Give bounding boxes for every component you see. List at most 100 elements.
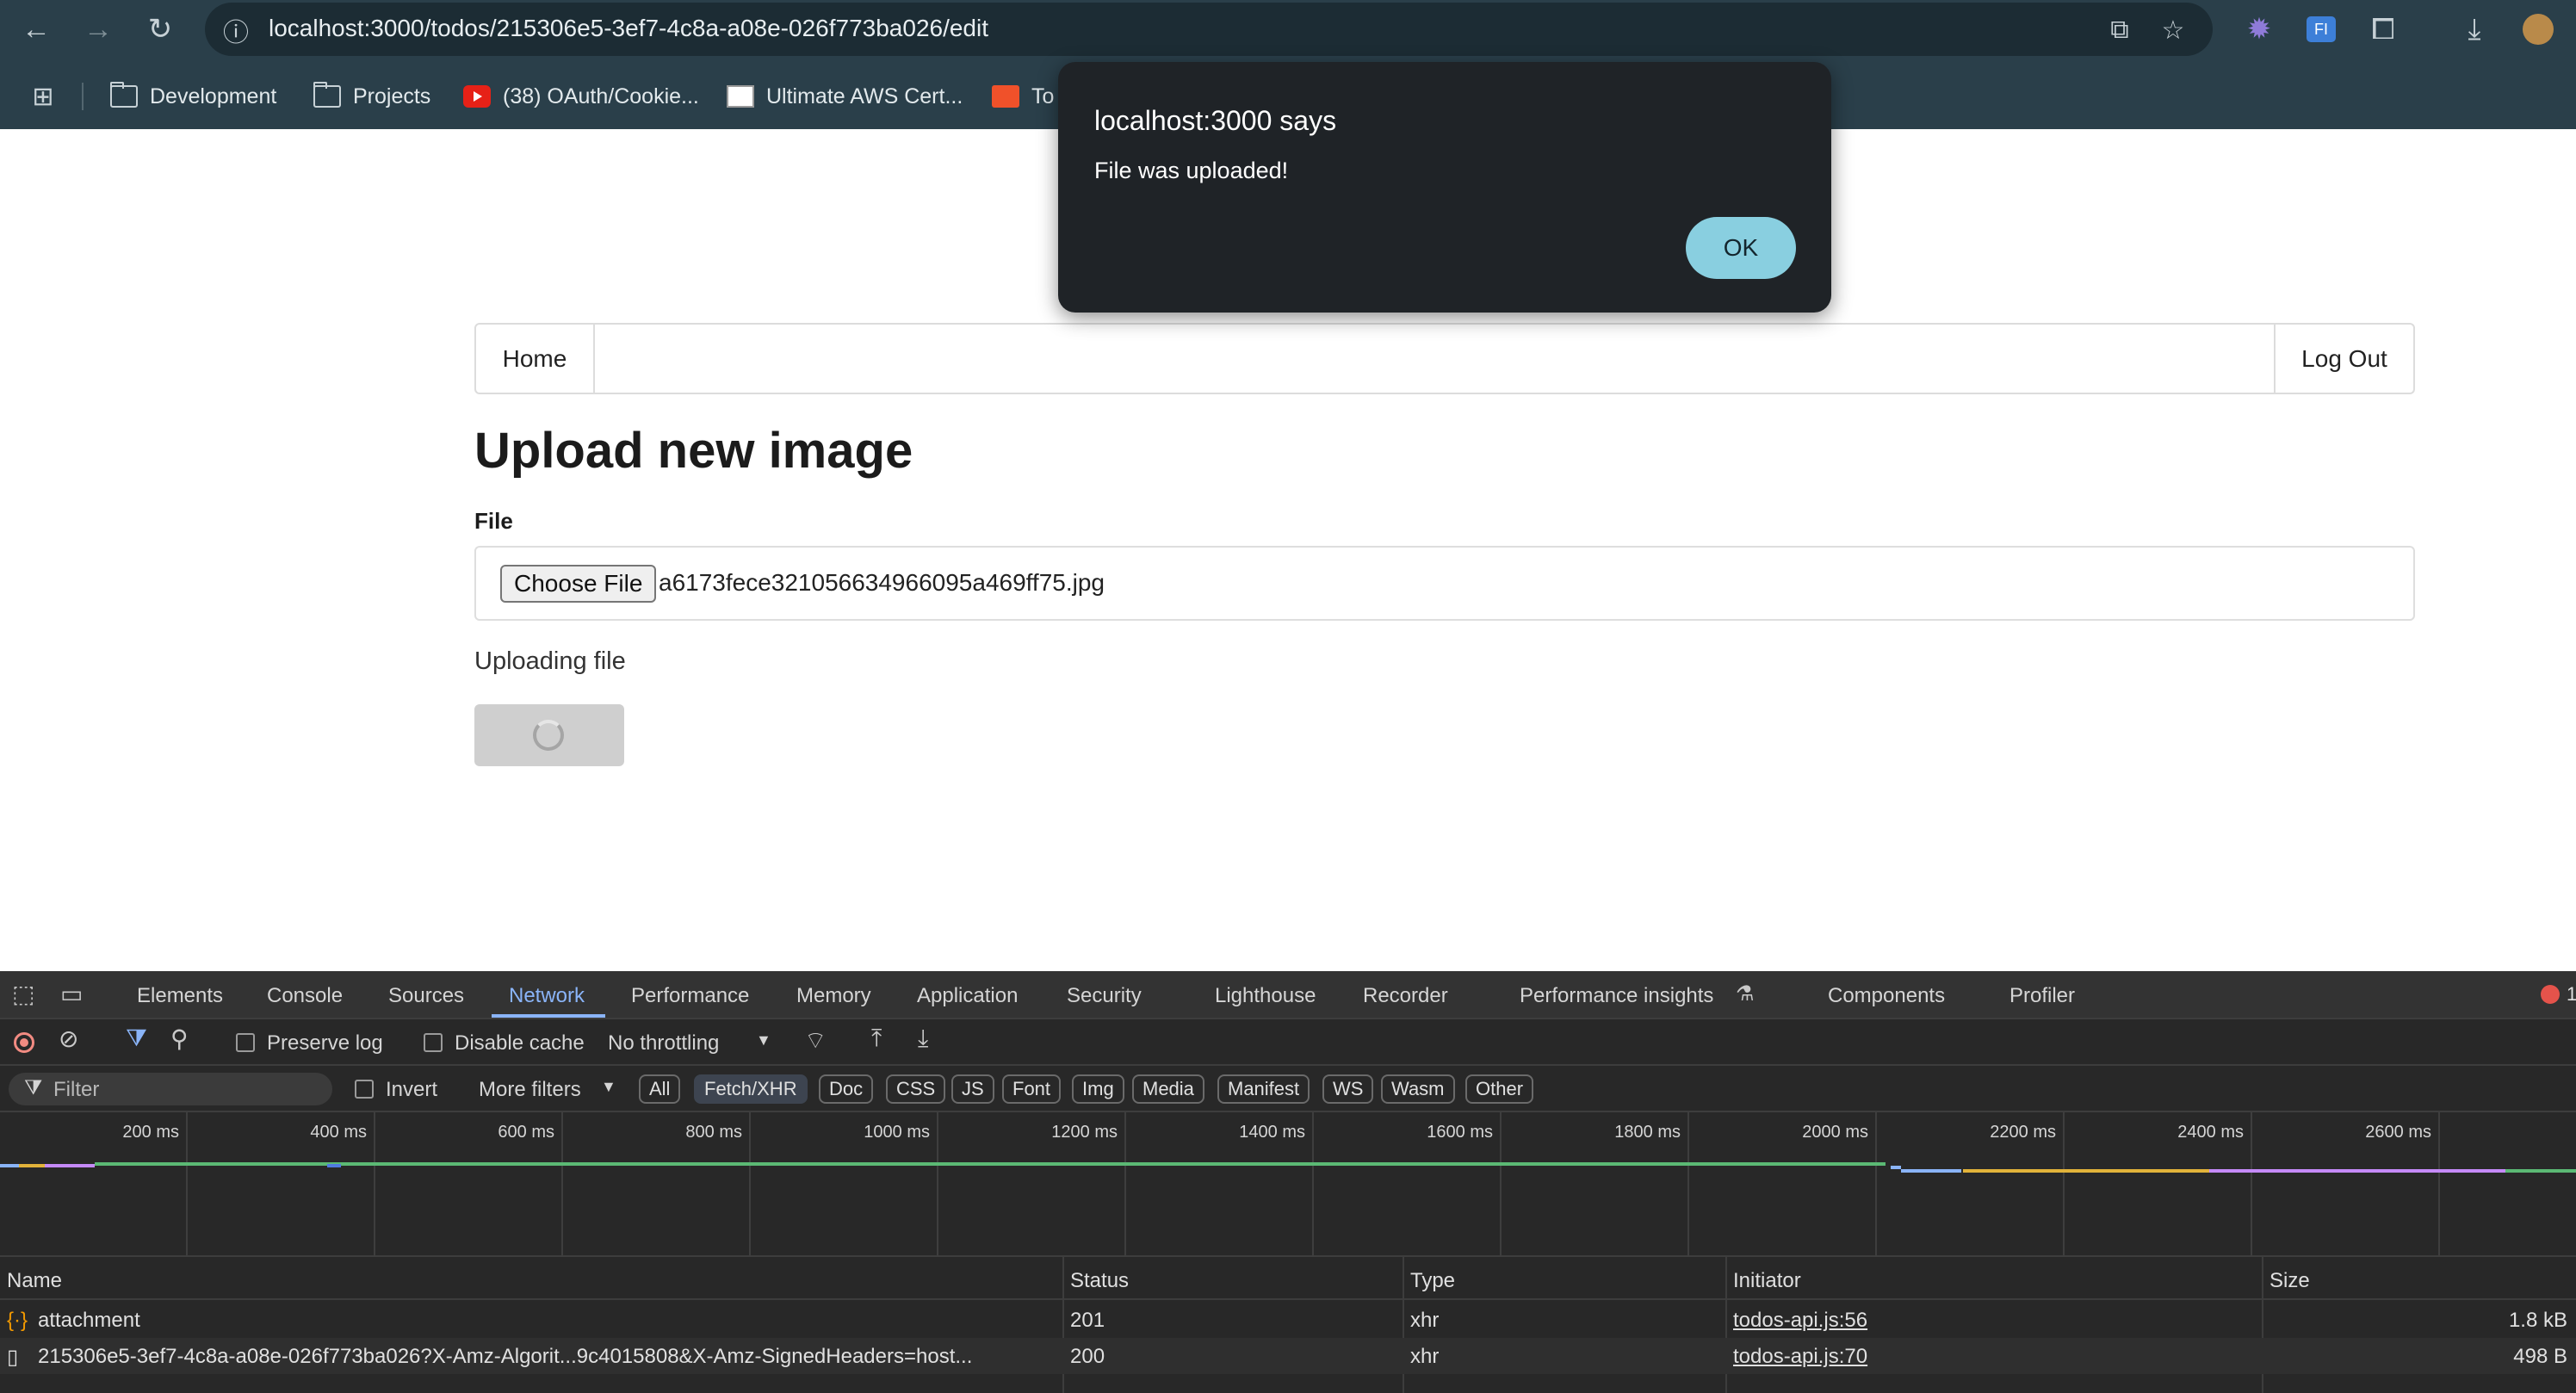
more-filters-dropdown[interactable]: More filters — [479, 1078, 581, 1102]
type-filter-js[interactable]: JS — [951, 1074, 994, 1104]
import-har-icon[interactable]: ⤒ — [871, 1025, 882, 1053]
type-filter-wasm[interactable]: Wasm — [1381, 1074, 1455, 1104]
column-status[interactable]: Status — [1070, 1269, 1129, 1293]
network-conditions-icon[interactable]: ⌔ — [804, 1026, 827, 1056]
column-initiator[interactable]: Initiator — [1733, 1269, 1801, 1293]
type-filter-media[interactable]: Media — [1132, 1074, 1204, 1104]
invert-label: Invert — [386, 1078, 438, 1101]
type-filter-manifest[interactable]: Manifest — [1217, 1074, 1310, 1104]
extensions-puzzle-icon[interactable]: ⧠ — [2359, 10, 2407, 48]
site-info-icon[interactable]: ⓘ — [219, 13, 253, 47]
upload-status-text: Uploading file — [474, 647, 626, 675]
request-name[interactable]: attachment — [38, 1309, 140, 1333]
filter-funnel-icon[interactable]: ⧩ — [126, 1025, 147, 1053]
bookmark-projects[interactable]: Projects — [313, 82, 430, 110]
disable-cache-checkbox[interactable] — [424, 1033, 443, 1052]
timeline-tick-label: 2000 ms — [1802, 1123, 1868, 1142]
tab-application[interactable]: Application — [917, 984, 1018, 1008]
error-count[interactable]: 1 — [2567, 983, 2576, 1006]
network-timeline-overview[interactable]: 200 ms 400 ms 600 ms 800 ms 1000 ms 1200 ms 14… — [0, 1112, 2576, 1257]
search-icon[interactable]: ⚲ — [170, 1025, 189, 1053]
timeline-gridline — [937, 1112, 938, 1257]
bookmark-to[interactable]: To — [992, 83, 1054, 110]
back-icon[interactable]: ← — [12, 10, 60, 48]
type-filter-ws[interactable]: WS — [1322, 1074, 1374, 1104]
preserve-log-label: Preserve log — [267, 1031, 383, 1055]
timeline-request-bar — [2505, 1169, 2576, 1173]
request-row[interactable]: {·} attachment 201 xhr todos-api.js:56 1… — [0, 1302, 2576, 1338]
timeline-request-bar — [1901, 1169, 1961, 1173]
timeline-gridline — [374, 1112, 375, 1257]
bookmark-aws[interactable]: Ultimate AWS Cert... — [727, 83, 963, 110]
column-name[interactable]: Name — [7, 1269, 62, 1293]
network-toolbar: ⊘ ⧩ ⚲ Preserve log Disable cache No thro… — [0, 1019, 2576, 1066]
type-filter-doc[interactable]: Doc — [819, 1074, 874, 1104]
tab-lighthouse[interactable]: Lighthouse — [1215, 984, 1316, 1008]
tab-recorder[interactable]: Recorder — [1363, 984, 1448, 1008]
record-stop-icon[interactable] — [14, 1032, 34, 1053]
file-input[interactable]: Choose File a6173fece321056634966095a469… — [474, 546, 2415, 621]
tab-profiler[interactable]: Profiler — [2009, 984, 2075, 1008]
type-filter-all[interactable]: All — [639, 1074, 681, 1104]
dialog-ok-button[interactable]: OK — [1686, 217, 1796, 279]
chevron-down-icon[interactable]: ▼ — [601, 1078, 616, 1096]
timeline-gridline — [1875, 1112, 1877, 1257]
tab-memory[interactable]: Memory — [796, 984, 871, 1008]
request-name[interactable]: 215306e5-3ef7-4c8a-a08e-026f773ba026?X-A… — [38, 1345, 972, 1369]
inspect-element-icon[interactable]: ⬚ — [12, 980, 34, 1008]
download-icon[interactable]: ⤓ — [2450, 10, 2499, 48]
tab-sources[interactable]: Sources — [388, 984, 464, 1008]
xhr-icon: {·} — [7, 1309, 28, 1332]
request-initiator-link[interactable]: todos-api.js:70 — [1733, 1345, 1867, 1369]
timeline-tick-label: 2400 ms — [2177, 1123, 2244, 1142]
choose-file-button[interactable]: Choose File — [500, 565, 657, 603]
bookmark-star-icon[interactable]: ☆ — [2156, 13, 2190, 47]
url-text[interactable]: localhost:3000/todos/215306e5-3ef7-4c8a-… — [269, 15, 988, 42]
youtube-icon — [463, 85, 491, 108]
tab-performance-insights[interactable]: Performance insights — [1520, 984, 1713, 1008]
type-filter-font[interactable]: Font — [1002, 1074, 1062, 1104]
type-filter-other[interactable]: Other — [1465, 1074, 1534, 1104]
tab-network[interactable]: Network — [509, 984, 585, 1008]
apps-grid-icon[interactable]: ⊞ — [19, 77, 67, 115]
filter-input[interactable]: ⧩ Filter — [9, 1073, 332, 1105]
reload-icon[interactable]: ↻ — [136, 10, 184, 48]
column-type[interactable]: Type — [1410, 1269, 1455, 1293]
extension-fi-icon[interactable]: FI — [2297, 10, 2345, 48]
tab-performance[interactable]: Performance — [631, 984, 749, 1008]
device-toolbar-icon[interactable]: ▭ — [60, 980, 83, 1008]
timeline-tick-label: 1200 ms — [1051, 1123, 1118, 1142]
timeline-gridline — [2063, 1112, 2065, 1257]
bookmark-oauth-video[interactable]: (38) OAuth/Cookie... — [463, 83, 699, 110]
navbar: Home Log Out — [474, 323, 2415, 394]
filter-funnel-icon: ⧩ — [24, 1076, 43, 1099]
clear-icon[interactable]: ⊘ — [59, 1025, 78, 1053]
tab-security[interactable]: Security — [1067, 984, 1142, 1008]
invert-checkbox[interactable] — [355, 1080, 374, 1099]
request-size: 1.8 kB — [2508, 1309, 2567, 1332]
column-size[interactable]: Size — [2269, 1269, 2310, 1293]
error-icon[interactable] — [2541, 985, 2560, 1004]
timeline-tick-label: 800 ms — [685, 1123, 742, 1142]
nav-logout-link[interactable]: Log Out — [2274, 325, 2413, 393]
export-har-icon[interactable]: ⤓ — [918, 1025, 928, 1053]
bookmark-development[interactable]: Development — [110, 82, 276, 110]
forward-icon[interactable]: → — [74, 10, 122, 48]
type-filter-fetch-xhr[interactable]: Fetch/XHR — [694, 1074, 808, 1104]
throttling-select[interactable]: No throttling — [608, 1031, 719, 1056]
request-table-header: Name Status Type Initiator Size — [0, 1257, 2576, 1300]
install-app-icon[interactable]: ⧉ — [2102, 13, 2137, 47]
type-filter-img[interactable]: Img — [1072, 1074, 1124, 1104]
profile-avatar[interactable] — [2514, 10, 2562, 48]
request-initiator-link[interactable]: todos-api.js:56 — [1733, 1309, 1867, 1333]
tab-console[interactable]: Console — [267, 984, 343, 1008]
chevron-down-icon[interactable]: ▼ — [756, 1031, 771, 1049]
preserve-log-checkbox[interactable] — [236, 1033, 255, 1052]
nav-home-link[interactable]: Home — [476, 325, 595, 393]
upload-button-loading[interactable] — [474, 704, 624, 766]
request-row[interactable]: ▯ 215306e5-3ef7-4c8a-a08e-026f773ba026?X… — [0, 1338, 2576, 1374]
type-filter-css[interactable]: CSS — [886, 1074, 946, 1104]
tab-elements[interactable]: Elements — [137, 984, 223, 1008]
extension-gear-icon[interactable]: ✹ — [2235, 10, 2283, 48]
tab-components[interactable]: Components — [1828, 984, 1945, 1008]
